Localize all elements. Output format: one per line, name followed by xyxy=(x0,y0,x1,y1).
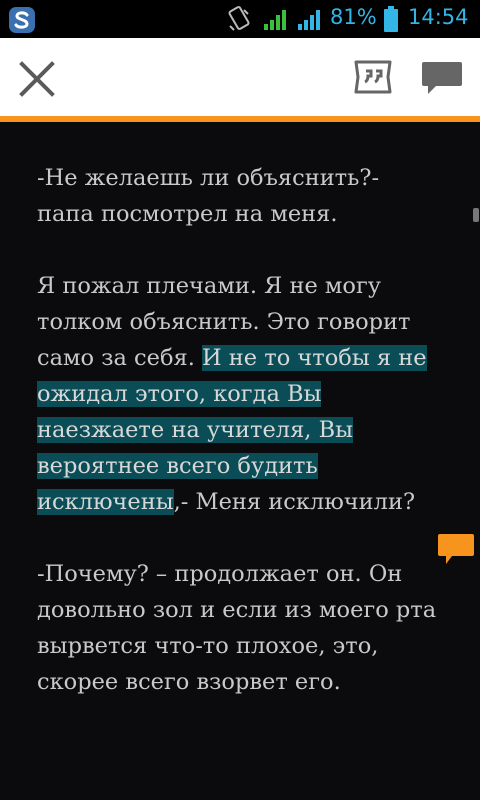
rotation-lock-icon xyxy=(228,6,250,31)
app-notification-icon xyxy=(9,7,35,33)
reader-page[interactable]: -Не желаешь ли объяснить?- папа посмотре… xyxy=(0,122,480,800)
reader-toolbar xyxy=(0,38,480,116)
quote-icon[interactable] xyxy=(352,56,394,98)
paragraph: -Почему? – продолжает он. Он довольно зо… xyxy=(37,561,437,695)
paragraph: -Не желаешь ли объяснить?- папа посмотре… xyxy=(37,165,380,227)
scrollbar-thumb[interactable] xyxy=(473,208,479,222)
battery-icon xyxy=(384,6,398,32)
paragraph: Я пожал плечами. Я не могу толком объясн… xyxy=(37,273,427,515)
signal-icon xyxy=(264,10,286,30)
close-icon[interactable] xyxy=(14,56,60,102)
book-text[interactable]: -Не желаешь ли объяснить?- папа посмотре… xyxy=(37,160,437,736)
comment-icon[interactable] xyxy=(420,58,464,98)
clock: 14:54 xyxy=(408,5,469,29)
battery-percent: 81% xyxy=(330,5,377,29)
signal-icon xyxy=(298,10,320,30)
status-bar: 81% 14:54 xyxy=(0,0,480,38)
note-marker-icon[interactable] xyxy=(436,532,476,566)
